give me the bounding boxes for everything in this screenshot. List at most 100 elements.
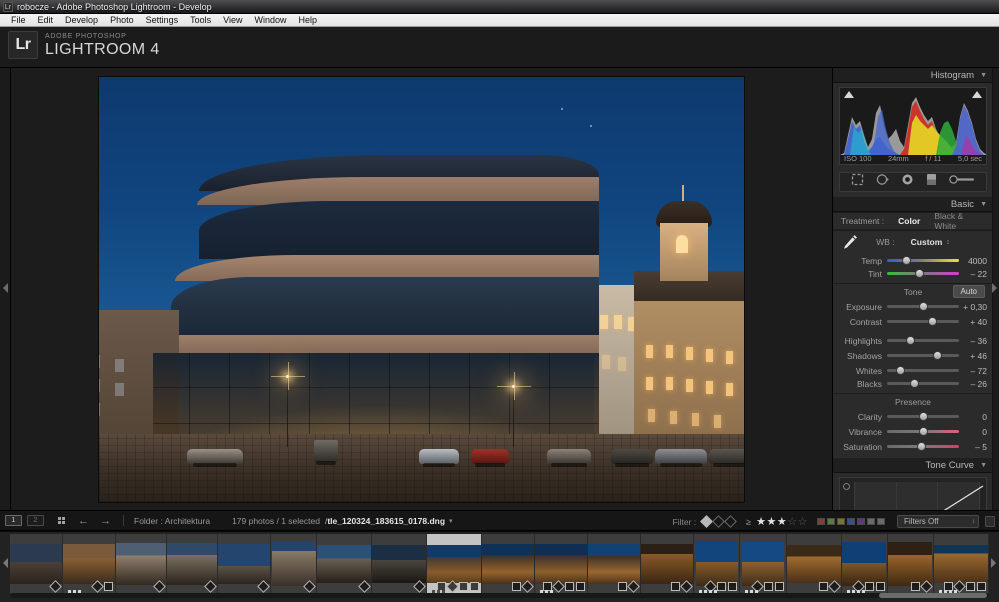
filmstrip-thumbnail[interactable] xyxy=(934,534,990,594)
filmstrip-thumbnail[interactable] xyxy=(482,534,536,594)
slider-saturation[interactable]: Saturation – 5 xyxy=(833,439,993,454)
crop-badge-icon[interactable] xyxy=(358,580,372,593)
develop-badge-icon[interactable] xyxy=(470,582,480,591)
menu-photo[interactable]: Photo xyxy=(104,14,140,26)
previous-photo-arrow-icon[interactable]: ← xyxy=(78,515,89,527)
develop-badge-icon[interactable] xyxy=(576,582,586,591)
wb-caret-icon[interactable]: ↕ xyxy=(946,239,950,246)
grid-view-icon[interactable] xyxy=(58,517,67,524)
next-photo-arrow-icon[interactable]: → xyxy=(100,515,111,527)
develop-badge-icon[interactable] xyxy=(875,582,885,591)
slider-clarity[interactable]: Clarity 0 xyxy=(833,409,993,424)
crop-badge-icon[interactable] xyxy=(204,580,217,593)
rating-operator[interactable]: ≥ xyxy=(746,517,751,527)
graduated-filter-icon[interactable] xyxy=(926,173,937,191)
slider-shadows-knob[interactable] xyxy=(933,351,943,360)
filmstrip-thumbnail[interactable] xyxy=(271,534,318,594)
slider-highlights-value[interactable]: – 36 xyxy=(959,336,987,346)
menu-window[interactable]: Window xyxy=(249,14,293,26)
menu-help[interactable]: Help xyxy=(293,14,324,26)
slider-saturation-knob[interactable] xyxy=(916,442,926,451)
slider-whites-value[interactable]: – 72 xyxy=(959,366,987,376)
filmstrip-thumbnail[interactable] xyxy=(10,534,63,594)
filmstrip-scrollbar-track[interactable] xyxy=(10,593,989,598)
crop-badge-icon[interactable] xyxy=(257,580,270,593)
flag-unflagged-icon[interactable] xyxy=(712,515,726,528)
spot-removal-icon[interactable] xyxy=(876,173,889,191)
menu-file[interactable]: File xyxy=(5,14,32,26)
filmstrip-thumbnail[interactable] xyxy=(218,534,271,594)
histogram-panel-header[interactable]: Histogram ▼ xyxy=(833,68,993,83)
filmstrip-thumbnail[interactable] xyxy=(740,534,787,594)
slider-vibrance[interactable]: Vibrance 0 xyxy=(833,424,993,439)
treatment-color-option[interactable]: Color xyxy=(898,216,920,226)
crop-badge-icon[interactable] xyxy=(49,580,62,593)
metadata-badge-icon[interactable] xyxy=(459,582,469,591)
slider-whites[interactable]: Whites – 72 xyxy=(833,363,993,378)
slider-clarity-value[interactable]: 0 xyxy=(959,412,987,422)
current-filename[interactable]: tle_120324_183615_0178.dng xyxy=(327,516,445,526)
menu-edit[interactable]: Edit xyxy=(32,14,60,26)
slider-saturation-track[interactable] xyxy=(887,442,959,451)
caption-badge-icon[interactable] xyxy=(911,582,921,591)
develop-badge-icon[interactable] xyxy=(774,582,784,591)
metadata-badge-icon[interactable] xyxy=(565,582,575,591)
filmstrip-thumbnail[interactable] xyxy=(641,534,695,594)
slider-vibrance-knob[interactable] xyxy=(919,427,928,436)
slider-tint-track[interactable] xyxy=(887,269,959,278)
slider-shadows-track[interactable] xyxy=(887,351,959,360)
rating-star-2[interactable]: ★ xyxy=(767,515,777,528)
menu-develop[interactable]: Develop xyxy=(59,14,104,26)
slider-temp-track[interactable] xyxy=(887,256,959,265)
slider-clarity-track[interactable] xyxy=(887,412,959,421)
slider-saturation-value[interactable]: – 5 xyxy=(959,442,987,452)
slider-blacks[interactable]: Blacks – 26 xyxy=(833,378,993,393)
right-panel-toggle[interactable] xyxy=(992,68,999,510)
rating-star-5[interactable]: ☆ xyxy=(798,515,808,528)
caption-badge-icon[interactable] xyxy=(671,582,681,591)
crop-badge-icon[interactable] xyxy=(680,580,694,593)
filmstrip-thumbnail[interactable] xyxy=(317,534,373,594)
slider-whites-knob[interactable] xyxy=(895,366,905,375)
flag-pick-icon[interactable] xyxy=(700,515,714,528)
slider-vibrance-value[interactable]: 0 xyxy=(959,427,987,437)
menu-tools[interactable]: Tools xyxy=(184,14,217,26)
filename-dropdown-icon[interactable]: ▾ xyxy=(449,517,453,525)
flag-reject-icon[interactable] xyxy=(724,515,738,528)
filmstrip-thumbnail[interactable] xyxy=(535,534,589,594)
filmstrip-next-icon[interactable] xyxy=(991,558,996,568)
filmstrip-scrollbar-thumb[interactable] xyxy=(879,593,987,598)
red-eye-icon[interactable] xyxy=(901,173,914,191)
slider-vibrance-track[interactable] xyxy=(887,427,959,436)
slider-exposure-track[interactable] xyxy=(887,302,959,311)
crop-badge-icon[interactable] xyxy=(627,580,641,593)
histogram-graph[interactable]: ISO 100 24mm f / 11 5,0 sec xyxy=(839,87,987,165)
slider-contrast-value[interactable]: + 40 xyxy=(959,317,987,327)
slider-exposure[interactable]: Exposure + 0,30 xyxy=(833,299,993,314)
crop-badge-icon[interactable] xyxy=(521,580,535,593)
chevron-down-icon[interactable]: ▼ xyxy=(980,201,987,208)
filmstrip-thumbnail[interactable] xyxy=(694,534,741,594)
crop-overlay-icon[interactable] xyxy=(851,173,864,191)
slider-whites-track[interactable] xyxy=(887,366,959,375)
metadata-badge-icon[interactable] xyxy=(763,582,773,591)
rating-star-4[interactable]: ☆ xyxy=(787,515,797,528)
rating-star-1[interactable]: ★ xyxy=(756,515,766,528)
wb-value[interactable]: Custom xyxy=(911,237,943,247)
filmstrip-prev-icon[interactable] xyxy=(3,558,8,568)
secondary-display-1-button[interactable]: 1 xyxy=(5,515,22,526)
caption-badge-icon[interactable] xyxy=(618,582,628,591)
folder-label[interactable]: Folder : Architektura xyxy=(134,516,210,526)
filmstrip-thumbnail[interactable] xyxy=(372,534,428,594)
develop-badge-icon[interactable] xyxy=(728,582,738,591)
filter-lock-icon[interactable] xyxy=(985,516,995,527)
color-label-none[interactable] xyxy=(867,518,875,525)
slider-shadows[interactable]: Shadows + 46 xyxy=(833,348,993,363)
filmstrip-thumbnail[interactable] xyxy=(841,534,888,594)
secondary-display-2-button[interactable]: 2 xyxy=(27,515,44,526)
crop-badge-icon[interactable] xyxy=(413,580,427,593)
crop-badge-icon[interactable] xyxy=(303,580,317,593)
color-label-custom[interactable] xyxy=(877,518,885,525)
slider-contrast-track[interactable] xyxy=(887,317,959,326)
crop-badge-icon[interactable] xyxy=(552,580,566,593)
